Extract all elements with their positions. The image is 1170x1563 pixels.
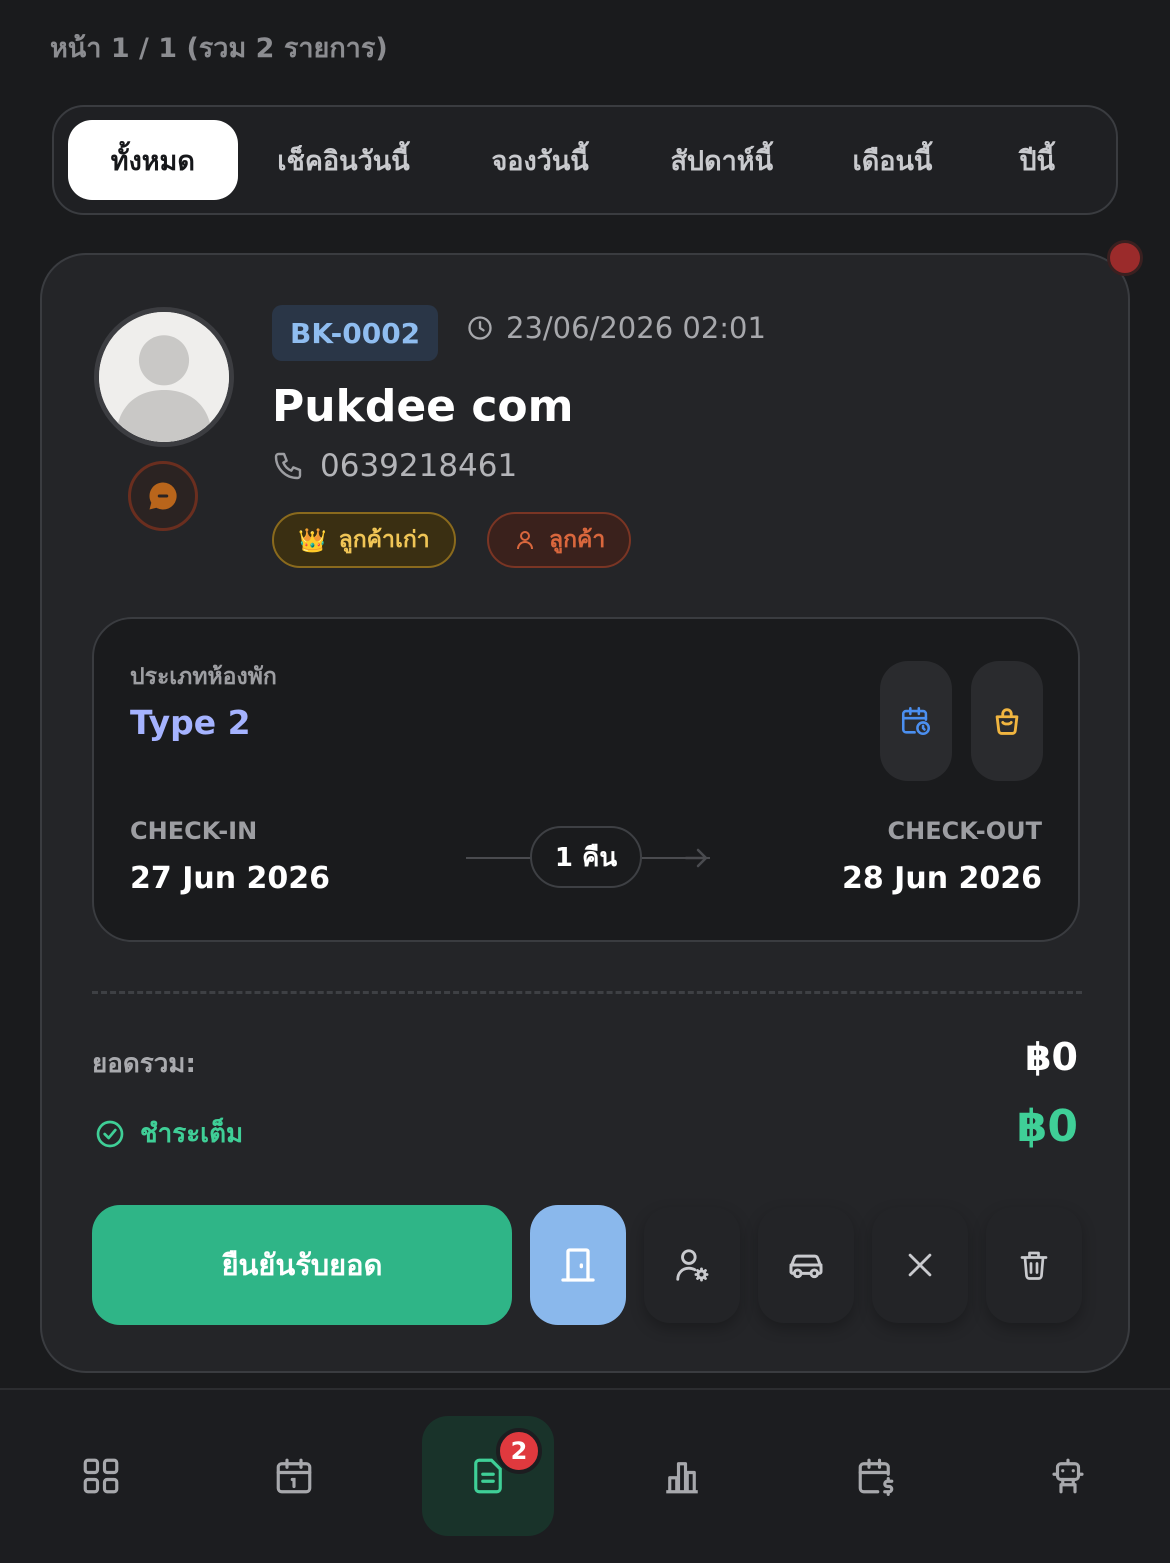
- filter-tab-booked-today[interactable]: จองวันนี้: [449, 120, 631, 200]
- nav-calendar[interactable]: [228, 1416, 360, 1536]
- nav-assistant[interactable]: [1002, 1416, 1134, 1536]
- nights-count: 1 คืน: [530, 826, 642, 888]
- user-settings-icon: [676, 1249, 709, 1282]
- check-out-date: 28 Jun 2026: [841, 861, 1042, 896]
- room-type-value: Type 2: [130, 703, 251, 742]
- nav-reports[interactable]: [616, 1416, 748, 1536]
- assign-staff-button[interactable]: [644, 1207, 740, 1323]
- check-in-door-button[interactable]: [530, 1205, 626, 1325]
- calendar-price-icon: [858, 1458, 894, 1496]
- booking-datetime: 23/06/2026 02:01: [466, 311, 766, 345]
- payment-status-label: ชำระเต็ม: [140, 1119, 244, 1149]
- filter-tab-this-week[interactable]: สัปดาห์นี้: [631, 120, 813, 200]
- customer-label: ลูกค้า: [549, 527, 606, 553]
- chat-button[interactable]: [128, 461, 198, 531]
- bottom-navigation: 2: [0, 1388, 1170, 1563]
- total-label: ยอดรวม:: [92, 1049, 196, 1079]
- room-details: ประเภทห้องพัก Type 2 CHECK-IN 27 Jun 202…: [92, 617, 1080, 942]
- returning-customer-label: ลูกค้าเก่า: [338, 527, 430, 553]
- filter-tab-checkin-today[interactable]: เช็คอินวันนี้: [238, 120, 450, 200]
- avatar: [94, 307, 234, 447]
- schedule-button[interactable]: [880, 661, 952, 781]
- booking-id: BK-0002: [272, 305, 439, 361]
- returning-customer-badge: 👑 ลูกค้าเก่า: [272, 512, 456, 568]
- payment-status: ชำระเต็ม: [94, 1113, 243, 1154]
- booking-card: BK-0002 23/06/2026 02:01 Pukdee com 0639…: [40, 253, 1130, 1373]
- phone-icon: [274, 452, 302, 480]
- chat-icon: [149, 482, 177, 510]
- guest-name: Pukdee com: [272, 381, 574, 432]
- notification-dot: [1107, 240, 1143, 276]
- delete-booking-button[interactable]: [986, 1207, 1082, 1323]
- booking-datetime-text: 23/06/2026 02:01: [506, 311, 766, 345]
- arrow-right-icon: [684, 848, 708, 868]
- check-out-label: CHECK-OUT: [887, 817, 1042, 845]
- calendar-clock-icon: [901, 706, 931, 736]
- filter-tab-this-year[interactable]: ปีนี้: [972, 120, 1102, 200]
- paid-value: ฿0: [1016, 1101, 1078, 1152]
- transport-button[interactable]: [758, 1207, 854, 1323]
- nav-dashboard[interactable]: [35, 1416, 167, 1536]
- trash-icon: [1020, 1251, 1048, 1280]
- filter-tab-all[interactable]: ทั้งหมด: [68, 120, 238, 200]
- check-in-label: CHECK-IN: [130, 817, 258, 845]
- user-icon: [517, 531, 533, 550]
- room-type-label: ประเภทห้องพัก: [130, 664, 277, 690]
- reports-icon: [666, 1462, 698, 1494]
- customer-badge: ลูกค้า: [487, 512, 632, 568]
- filter-tab-this-month[interactable]: เดือนนี้: [813, 120, 973, 200]
- shopping-button[interactable]: [971, 661, 1043, 781]
- check-circle-icon: [96, 1120, 124, 1147]
- crown-icon: 👑: [298, 527, 327, 554]
- total-value: ฿0: [1025, 1035, 1078, 1079]
- confirm-payment-button[interactable]: ยืนยันรับยอด: [92, 1205, 512, 1325]
- filter-bar: ทั้งหมด เช็คอินวันนี้ จองวันนี้ สัปดาห์น…: [52, 105, 1118, 215]
- divider: [92, 991, 1082, 994]
- dashboard-icon: [83, 1458, 119, 1494]
- bookings-count-badge: 2: [496, 1428, 542, 1474]
- user-placeholder-icon: [99, 312, 229, 442]
- clock-icon: [468, 316, 492, 340]
- nav-pricing-calendar[interactable]: [810, 1416, 942, 1536]
- phone-number[interactable]: 0639218461: [272, 448, 517, 484]
- page-info: หน้า 1 / 1 (รวม 2 รายการ): [50, 33, 388, 64]
- car-icon: [789, 1254, 823, 1279]
- door-icon: [561, 1248, 595, 1282]
- shopping-bag-icon: [995, 708, 1019, 735]
- robot-icon: [1052, 1458, 1084, 1494]
- calendar-icon: [276, 1458, 312, 1494]
- check-in-date: 27 Jun 2026: [130, 861, 331, 896]
- close-icon: [908, 1253, 932, 1277]
- cancel-booking-button[interactable]: [872, 1207, 968, 1323]
- phone-text: 0639218461: [320, 448, 518, 484]
